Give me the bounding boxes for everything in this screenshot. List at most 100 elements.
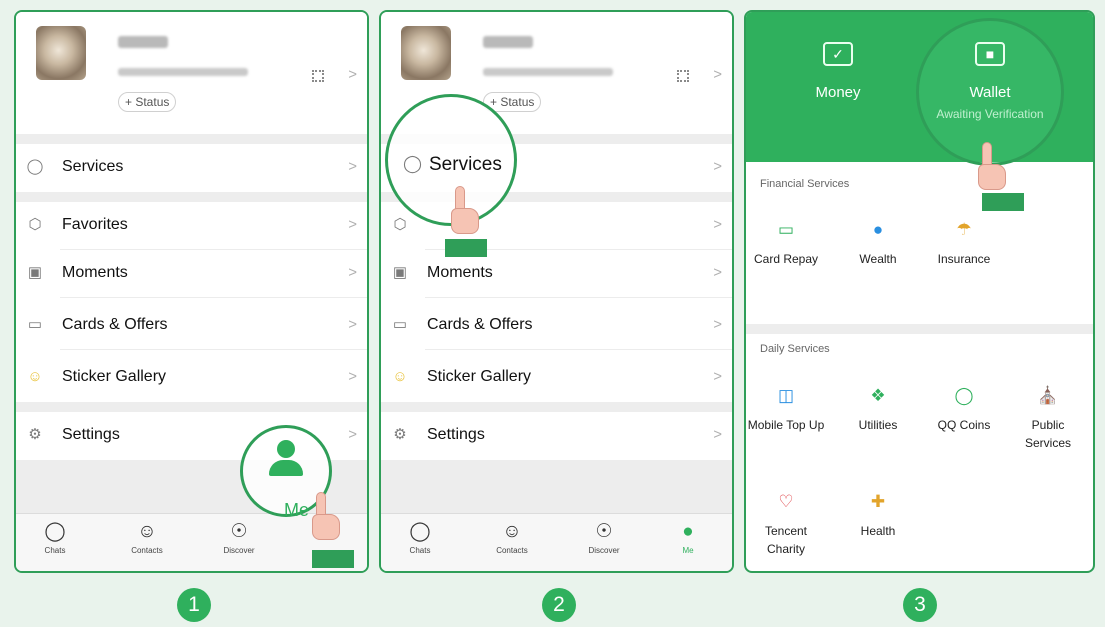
service-public-services[interactable]: ⛪ Public Services	[1008, 384, 1088, 452]
menu-label: Settings	[427, 426, 485, 443]
image-icon: ▣	[392, 264, 408, 281]
status-button[interactable]: + Status	[118, 92, 177, 112]
cube-icon: ⬡	[28, 216, 42, 233]
avatar[interactable]	[401, 26, 451, 80]
chevron-right-icon: >	[348, 216, 357, 233]
menu-label: Sticker Gallery	[62, 368, 167, 385]
contacts-icon: ☺	[502, 521, 522, 542]
wallet-icon: ■	[975, 42, 1005, 66]
menu-item-sticker-gallery[interactable]: ☺ Sticker Gallery >	[16, 354, 367, 402]
smile-icon: ☺	[27, 368, 43, 385]
qr-code-icon[interactable]	[677, 70, 689, 82]
separator	[16, 134, 367, 144]
empty-area	[381, 460, 732, 517]
service-label: Public Services	[1024, 418, 1071, 450]
tab-contacts[interactable]: ☺ Contacts	[112, 520, 182, 555]
menu-item-sticker-gallery[interactable]: ☺ Sticker Gallery >	[381, 354, 732, 402]
blurred-username	[483, 36, 533, 48]
hand-cuff	[982, 193, 1024, 211]
person-icon[interactable]	[269, 440, 303, 480]
chevron-right-icon: >	[713, 66, 722, 83]
tab-discover[interactable]: ☉ Discover	[569, 520, 639, 555]
service-wealth[interactable]: ● Wealth	[838, 218, 918, 268]
chevron-right-icon: >	[348, 158, 357, 175]
step-badge-3: 3	[903, 588, 937, 622]
person-icon: ●	[682, 521, 694, 542]
wallet-status: Awaiting Verification	[936, 107, 1044, 121]
service-label: Utilities	[858, 418, 898, 432]
menu-label: Moments	[427, 264, 493, 281]
compass-icon: ☉	[595, 521, 613, 542]
menu-item-favorites[interactable]: ⬡ Favorites >	[16, 202, 367, 250]
gear-icon: ⚙	[28, 426, 42, 443]
menu-label: Cards & Offers	[427, 316, 533, 333]
tab-me-label[interactable]: Me	[284, 500, 309, 521]
chevron-right-icon: >	[713, 368, 722, 385]
penguin-icon: ◯	[954, 386, 974, 405]
card-icon: ▭	[777, 220, 795, 239]
menu-item-moments[interactable]: ▣ Moments >	[16, 250, 367, 298]
blurred-user-id	[483, 68, 613, 76]
drop-icon: ●	[872, 220, 884, 239]
chevron-right-icon: >	[348, 264, 357, 281]
compass-icon: ☉	[230, 521, 248, 542]
service-utilities[interactable]: ❖ Utilities	[838, 384, 918, 434]
menu-item-cards-offers[interactable]: ▭ Cards & Offers >	[381, 302, 732, 350]
service-health[interactable]: ✚ Health	[838, 490, 918, 540]
separator	[16, 192, 367, 202]
service-mobile-top-up[interactable]: ◫ Mobile Top Up	[746, 384, 826, 434]
step-badge-2: 2	[542, 588, 576, 622]
service-qq-coins[interactable]: ◯ QQ Coins	[924, 384, 1004, 434]
divider	[425, 349, 732, 350]
tab-chats[interactable]: ◯ Chats	[20, 520, 90, 555]
service-tencent-charity[interactable]: ♡ Tencent Charity	[746, 490, 826, 558]
step-1-panel: > + Status ◯ Services > ⬡ Favorites > ▣ …	[14, 10, 369, 573]
chevron-right-icon: >	[713, 316, 722, 333]
pointing-hand-icon	[310, 492, 340, 540]
tab-chats[interactable]: ◯ Chats	[385, 520, 455, 555]
chevron-right-icon: >	[713, 158, 722, 175]
avatar[interactable]	[36, 26, 86, 80]
menu-item-moments[interactable]: ▣ Moments >	[381, 250, 732, 298]
tab-me[interactable]: ● Me	[653, 520, 723, 555]
chevron-right-icon: >	[348, 426, 357, 443]
menu-item-services[interactable]: ◯ Services >	[16, 144, 367, 192]
separator	[381, 402, 732, 412]
check-circle-icon: ◯	[26, 158, 44, 175]
blurred-username	[118, 36, 168, 48]
pointing-hand-icon	[449, 186, 479, 234]
step-2-panel: > + Status > ⬡ > ▣ Moments > ▭ Cards & O…	[379, 10, 734, 573]
tab-discover[interactable]: ☉ Discover	[204, 520, 274, 555]
divider	[425, 297, 732, 298]
tab-label: Contacts	[496, 546, 528, 555]
chevron-right-icon: >	[348, 66, 357, 83]
money-button[interactable]: ✓ Money	[778, 42, 898, 101]
daily-services-title: Daily Services	[760, 343, 830, 355]
tab-contacts[interactable]: ☺ Contacts	[477, 520, 547, 555]
menu-item-services[interactable]: Services	[429, 154, 502, 176]
tab-label: Discover	[223, 546, 255, 555]
tab-label: Contacts	[131, 546, 163, 555]
umbrella-icon: ☂	[956, 220, 972, 239]
money-label: Money	[815, 84, 861, 101]
menu-item-cards-offers[interactable]: ▭ Cards & Offers >	[16, 302, 367, 350]
service-label: Health	[860, 524, 896, 538]
service-label: QQ Coins	[937, 418, 991, 432]
service-card-repay[interactable]: ▭ Card Repay	[746, 218, 826, 268]
step-3-panel: ✓ Money ■ Wallet Awaiting Verification F…	[744, 10, 1095, 573]
menu-item-settings[interactable]: ⚙ Settings >	[381, 412, 732, 460]
service-label: Tencent Charity	[764, 524, 808, 556]
cube-icon: ⬡	[393, 216, 407, 233]
wallet-button[interactable]: ■ Wallet Awaiting Verification	[930, 42, 1050, 121]
divider	[60, 349, 367, 350]
qr-code-icon[interactable]	[312, 70, 324, 82]
service-label: Mobile Top Up	[747, 418, 825, 432]
profile-header[interactable]: > + Status	[16, 12, 367, 134]
pointing-hand-icon	[976, 142, 1006, 190]
service-insurance[interactable]: ☂ Insurance	[924, 218, 1004, 268]
image-icon: ▣	[27, 264, 43, 281]
tab-label: Discover	[588, 546, 620, 555]
divider	[60, 297, 367, 298]
heart-icon: ♡	[778, 492, 794, 511]
card-icon: ▭	[27, 316, 43, 333]
